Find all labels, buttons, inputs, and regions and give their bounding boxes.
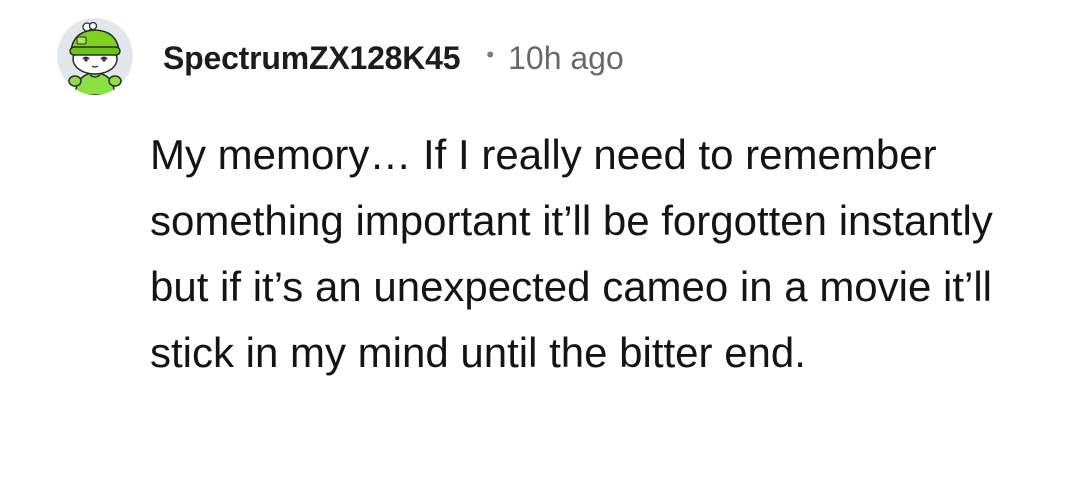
comment-author[interactable]: SpectrumZX128K45: [163, 40, 461, 77]
comment: SpectrumZX128K45 • 10h ago My memory… If…: [0, 0, 1079, 484]
meta-separator: •: [486, 42, 495, 67]
snoo-avatar-icon: [57, 18, 133, 95]
comment-header: SpectrumZX128K45 • 10h ago: [163, 36, 624, 80]
comment-timestamp[interactable]: 10h ago: [508, 40, 624, 77]
user-avatar[interactable]: [57, 17, 133, 95]
comment-body: My memory… If I really need to remember …: [150, 131, 993, 376]
